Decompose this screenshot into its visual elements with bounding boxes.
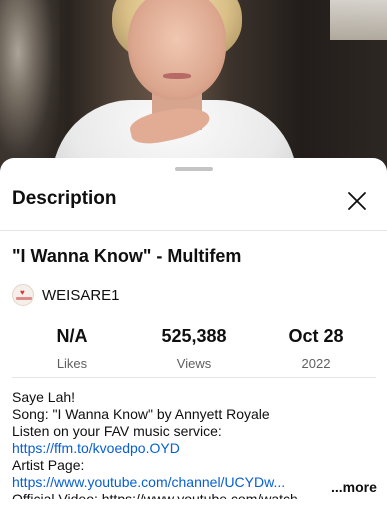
panel-title: Description xyxy=(12,188,117,209)
date-value: Oct 28 xyxy=(288,326,344,346)
more-button[interactable]: ...more xyxy=(331,479,377,495)
heart-icon: ♥ xyxy=(20,288,25,297)
year-label: 2022 xyxy=(301,356,331,371)
divider xyxy=(0,230,387,231)
date-stat: Oct 28 2022 xyxy=(256,326,376,371)
artist-page-link[interactable]: https://www.youtube.com/channel/UCYDw... xyxy=(12,474,285,491)
video-title: "I Wanna Know" - Multifem xyxy=(12,246,242,266)
divider xyxy=(12,377,376,378)
description-line: Artist Page: xyxy=(12,457,85,473)
likes-stat: N/A Likes xyxy=(12,326,132,371)
channel-link[interactable]: ♥ WEISARE1 xyxy=(12,282,120,308)
description-line: Listen on your FAV music service: xyxy=(12,423,222,439)
views-stat: 525,388 Views xyxy=(134,326,254,371)
description-panel: Description "I Wanna Know" - Multifem ♥ … xyxy=(0,158,387,516)
views-label: Views xyxy=(176,356,212,371)
likes-label: Likes xyxy=(56,356,88,371)
drag-handle[interactable] xyxy=(175,167,213,171)
avatar: ♥ xyxy=(12,284,34,306)
description-line: Song: "I Wanna Know" by Annyett Royale xyxy=(12,406,270,422)
likes-value: N/A xyxy=(56,326,88,346)
close-icon xyxy=(348,192,366,210)
close-button[interactable] xyxy=(345,189,369,213)
music-service-link[interactable]: https://ffm.to/kvoedpo.OYD xyxy=(12,440,180,456)
video-player[interactable] xyxy=(0,0,387,175)
channel-name: WEISARE1 xyxy=(42,286,120,304)
views-value: 525,388 xyxy=(161,326,227,346)
stats-row: N/A Likes 525,388 Views Oct 28 2022 xyxy=(0,326,387,371)
description-line: Saye Lah! xyxy=(12,389,76,405)
